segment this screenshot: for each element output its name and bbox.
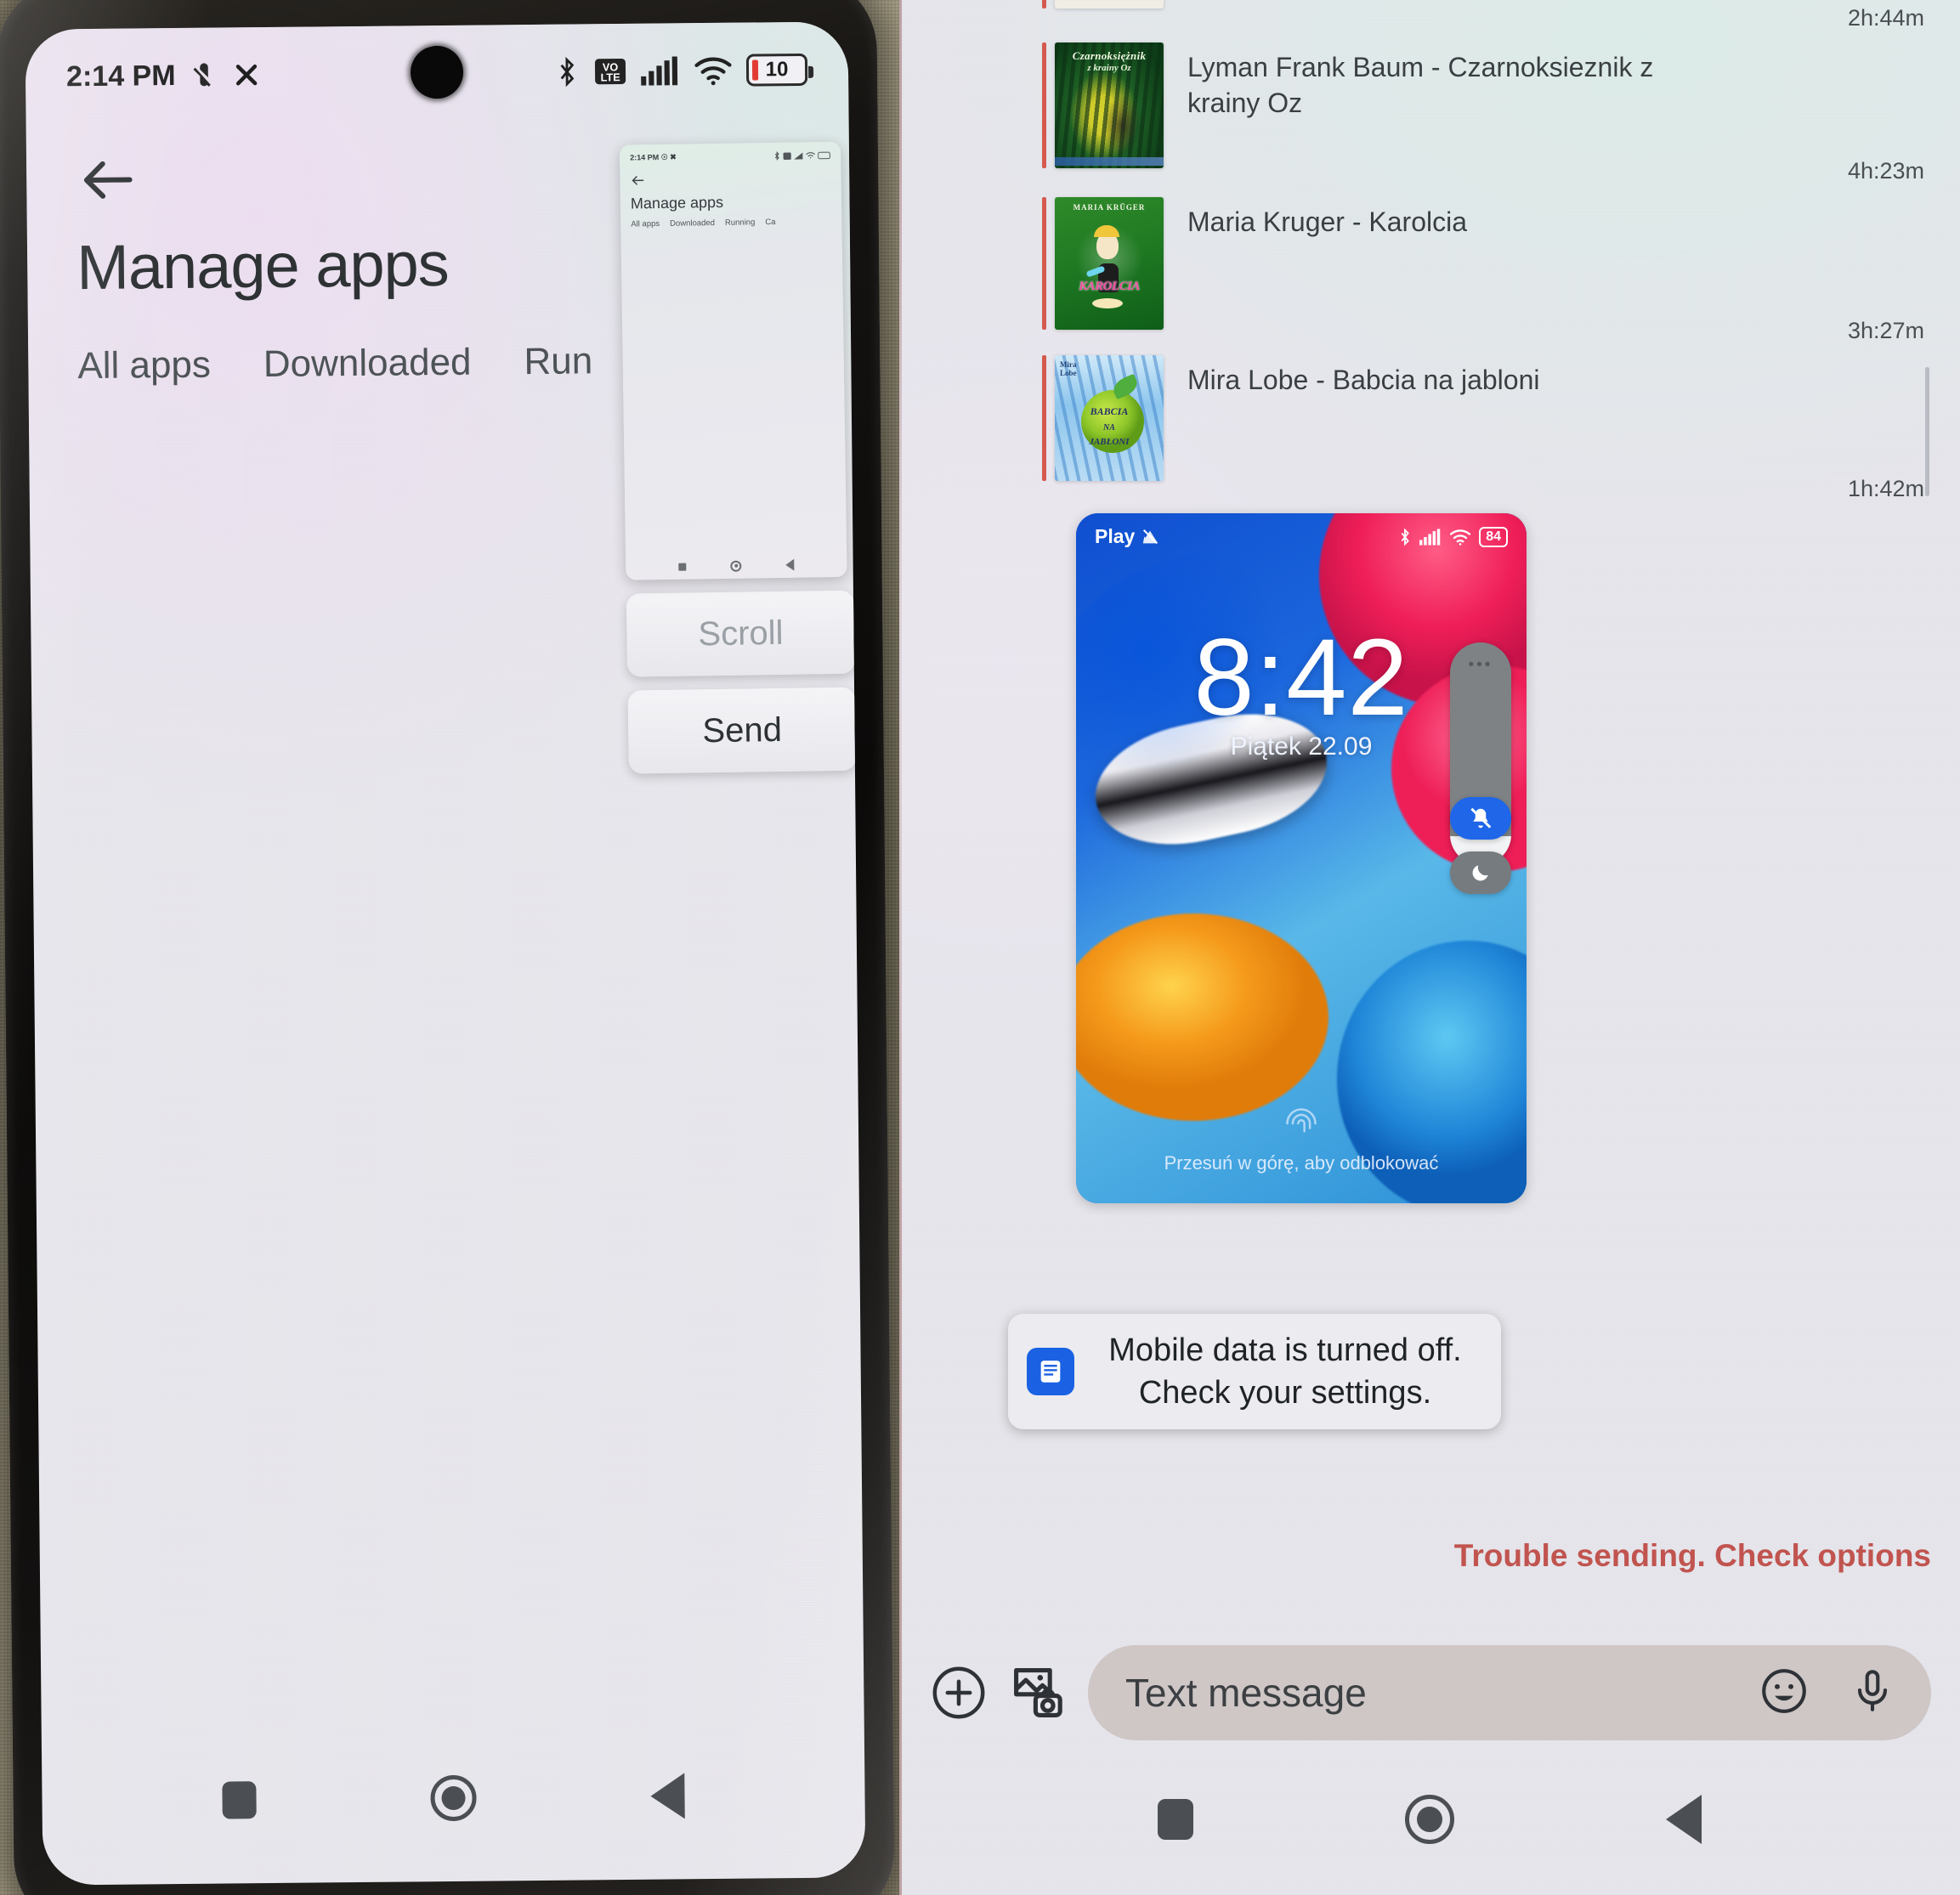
svg-text:LTE: LTE [600,71,620,83]
close-x-icon [231,60,260,89]
book-title: Maria Kruger - Karolcia [1187,206,1467,237]
toast-line-2: Check your settings. [1138,1375,1432,1411]
signal-icon [1419,528,1441,546]
unlock-hint: Przesuń w górę, aby odblokować [1164,1152,1439,1174]
message-accent-bar [1042,0,1046,8]
send-error-status[interactable]: Trouble sending. Check options [1454,1538,1931,1574]
preview-tab-bar: All apps Downloaded Running Ca [631,217,831,229]
dnd-toggle[interactable] [1450,851,1511,894]
phone-screen: 2:14 PM VO LTE 10 Manage apps All apps D… [25,21,866,1886]
fingerprint-icon[interactable] [1283,1105,1320,1142]
recents-square-icon[interactable] [1158,1799,1194,1840]
message-accent-bar [1042,355,1046,481]
sms-message-icon [1027,1348,1074,1396]
lock-carrier-label: Play [1095,525,1136,547]
image-camera-icon[interactable] [1008,1662,1069,1723]
preview-back-triangle-icon [785,558,795,571]
phone-bezel: 2:14 PM VO LTE 10 Manage apps All apps D… [0,0,896,1895]
compose-bar: Text message [899,1633,1960,1752]
bell-off-icon [1470,807,1492,829]
book-cover-thumbnail: Czarnoksiężnik z krainy Oz [1055,42,1164,168]
book-duration: 1h:42m [1847,476,1924,501]
silent-toggle[interactable] [1450,797,1511,840]
book-cover-thumbnail: MARIA KRÜGER KAROLCIA [1055,197,1164,330]
tab-running[interactable]: Run [524,340,592,383]
navigation-bar [42,1760,865,1836]
bluetooth-icon [554,55,580,88]
vibrate-off-icon [187,59,219,92]
panel-divider [899,0,902,1895]
preview-nav-bar [626,558,847,574]
toast-line-1: Mobile data is turned off. [1108,1332,1462,1368]
message-accent-bar [1042,42,1046,168]
status-bar: 2:14 PM VO LTE 10 [25,38,849,107]
tab-all-apps[interactable]: All apps [77,344,211,388]
navigation-bar [899,1773,1960,1866]
smiley-icon[interactable] [1758,1665,1810,1722]
toast-text: Mobile data is turned off. Check your se… [1091,1329,1479,1414]
screenshot-preview-thumbnail[interactable]: 2:14 PM ☉ ✖ Manage apps All apps Downloa… [619,141,847,580]
preview-tab-downloaded: Downloaded [670,218,716,229]
preview-status-icons [773,150,830,161]
book-cover-thumbnail: Mira Lobe BABCIA NA JABŁONI [1055,355,1164,481]
book-duration: 2h:44m [1847,5,1924,31]
preview-tab-cached: Ca [765,217,776,228]
wifi-icon [1450,529,1471,546]
preview-tab-running: Running [724,218,756,228]
list-item[interactable]: MARIA KRÜGER KAROLCIA Maria Kruger - Kar… [1042,197,1467,330]
message-list-scrollbar[interactable] [1925,367,1929,496]
preview-status-time: 2:14 PM [630,152,660,162]
volte-icon: VO LTE [593,56,627,87]
back-triangle-icon[interactable] [649,1773,685,1819]
back-triangle-icon[interactable] [1665,1795,1702,1844]
signal-icon [641,55,680,86]
list-item[interactable]: Czarnoksiężnik z krainy Oz Lyman Frank B… [1042,42,1731,168]
message-accent-bar [1042,197,1046,330]
status-bar-time: 2:14 PM [65,59,176,93]
lock-screen-status-bar: Play 84 [1095,525,1508,548]
more-dots-icon[interactable]: ••• [1450,656,1511,675]
tab-downloaded[interactable]: Downloaded [263,342,472,386]
lock-screen-image-attachment[interactable]: Play 84 8:42 Piątek 22.09 ••• Przesuń w … [1076,513,1527,1203]
wifi-icon [694,55,733,86]
book-title: Mira Lobe - Babcia na jabloni [1187,365,1540,395]
preview-status-bar: 2:14 PM ☉ ✖ [630,150,830,162]
plus-circle-icon[interactable] [928,1662,989,1723]
mobile-data-off-icon [1142,529,1158,544]
toast-notification: Mobile data is turned off. Check your se… [1008,1314,1501,1430]
list-item[interactable]: Mira Lobe BABCIA NA JABŁONI Mira Lobe - B… [1042,355,1539,481]
home-circle-icon[interactable] [1404,1795,1454,1844]
preview-tab-all-apps: All apps [631,218,660,229]
moon-icon [1472,865,1488,881]
text-message-input[interactable]: Text message [1088,1645,1931,1740]
page-title: Manage apps [76,228,450,303]
list-item[interactable] [1042,0,1187,8]
recents-square-icon[interactable] [222,1781,258,1819]
home-circle-icon[interactable] [430,1774,477,1822]
battery-indicator: 10 [745,53,808,87]
preview-title: Manage apps [630,193,724,212]
preview-vibrate-icon: ☉ ✖ [660,152,677,161]
microphone-icon[interactable] [1848,1665,1897,1722]
tab-bar: All apps Downloaded Run [77,340,592,387]
book-duration: 4h:23m [1847,158,1924,184]
book-cover-thumbnail [1055,0,1164,8]
left-phone-photo: 2:14 PM VO LTE 10 Manage apps All apps D… [0,0,899,1895]
scroll-button[interactable]: Scroll [626,590,856,677]
right-phone-screenshot: 2h:44m Czarnoksiężnik z krainy Oz Lyman … [899,0,1960,1895]
preview-home-circle-icon [730,560,742,572]
back-button[interactable] [76,147,141,212]
lock-screen-status-icons: 84 [1398,526,1508,547]
preview-back-icon [630,173,645,188]
book-duration: 3h:27m [1847,318,1924,343]
send-button[interactable]: Send [627,687,857,774]
text-message-placeholder: Text message [1125,1671,1367,1715]
lock-battery-indicator: 84 [1479,526,1508,547]
preview-recents-square-icon [678,563,687,571]
screenshot-share-panel: 2:14 PM ☉ ✖ Manage apps All apps Downloa… [619,141,857,774]
book-title: Lyman Frank Baum - Czarnoksieznik z krai… [1187,52,1654,119]
bluetooth-icon [1401,528,1410,546]
